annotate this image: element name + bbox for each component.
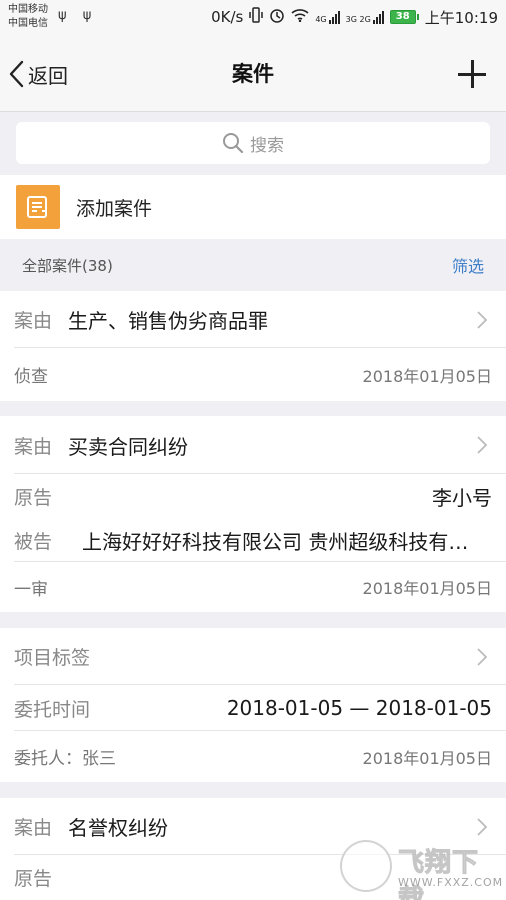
- vibrate-icon: [249, 7, 264, 27]
- case-date: 2018年01月05日: [362, 579, 492, 598]
- case-cause-row: 案由 生产、销售伪劣商品罪: [0, 291, 506, 348]
- chevron-right-icon: [477, 436, 488, 454]
- cause-value: 买卖合同纠纷: [68, 434, 189, 459]
- case-footer-row: 一审 2018年01月05日: [0, 562, 506, 612]
- cause-value: 生产、销售伪劣商品罪: [68, 309, 269, 333]
- search-placeholder: 搜索: [250, 135, 284, 156]
- case-date: 2018年01月05日: [362, 748, 492, 768]
- status-indicators: 0K/s 4G 3G 2G 38 上午10:19: [211, 7, 498, 27]
- usb-icon: ψ ψ: [58, 8, 98, 23]
- cause-value: 名誉权纠纷: [68, 816, 169, 840]
- cause-label: 案由: [14, 435, 53, 458]
- plus-icon[interactable]: [458, 60, 486, 88]
- wifi-icon: [291, 8, 309, 26]
- net-speed: 0K/s: [211, 8, 244, 26]
- case-card[interactable]: 案由 名誉权纠纷 原告: [0, 798, 506, 900]
- case-footer-row: 委托人：张三 2018年01月05日: [0, 731, 506, 782]
- plaintiff-row: 原告 李小号: [0, 474, 506, 518]
- clock: 上午10:19: [424, 8, 498, 27]
- cause-label: 案由: [14, 817, 53, 839]
- page-title: 案件: [232, 62, 274, 86]
- cause-label: 案由: [14, 310, 53, 332]
- carrier-2: 中国电信: [8, 18, 48, 29]
- battery-icon: 38: [389, 10, 419, 24]
- case-cause-row: 案由 买卖合同纠纷: [0, 416, 506, 474]
- add-case-button[interactable]: 添加案件: [0, 175, 506, 239]
- defendant-label: 被告: [14, 530, 53, 553]
- case-card[interactable]: 项目标签 委托时间 2018-01-05 — 2018-01-05 委托人：张三…: [0, 628, 506, 782]
- plaintiff-label: 原告: [14, 486, 53, 509]
- section-header: 全部案件(38) 筛选: [0, 239, 506, 291]
- carrier-1: 中国移动: [8, 4, 48, 15]
- search-icon: [223, 133, 244, 154]
- search-input[interactable]: 搜索: [16, 122, 490, 164]
- defendant-value: 上海好好好科技有限公司 贵州超级科技有…: [82, 529, 469, 554]
- case-date: 2018年01月05日: [362, 366, 492, 386]
- case-stage: 侦查: [14, 367, 48, 387]
- entrust-time-value: 2018-01-05 — 2018-01-05: [226, 696, 492, 720]
- status-bar: 中国移动 中国电信 ψ ψ 0K/s 4G 3G 2G 38 上午10:19: [0, 0, 506, 36]
- defendant-row: 被告 上海好好好科技有限公司 贵州超级科技有…: [0, 518, 506, 562]
- signal-icon-2: 3G 2G: [346, 10, 384, 24]
- add-case-label: 添加案件: [76, 197, 153, 220]
- entrust-time-label: 委托时间: [14, 698, 91, 721]
- chevron-right-icon: [477, 647, 488, 666]
- project-tag-label: 项目标签: [14, 647, 91, 669]
- signal-icon-1: 4G: [315, 10, 340, 24]
- entrust-time-row: 委托时间 2018-01-05 — 2018-01-05: [0, 685, 506, 731]
- search-area: 搜索: [0, 113, 506, 175]
- all-cases-count: 全部案件(38): [22, 256, 113, 275]
- project-tag-row: 项目标签: [0, 628, 506, 685]
- client-name: 委托人：张三: [14, 749, 116, 769]
- case-card[interactable]: 案由 买卖合同纠纷 原告 李小号 被告 上海好好好科技有限公司 贵州超级科技有……: [0, 416, 506, 612]
- plaintiff-row: 原告: [0, 855, 506, 900]
- document-edit-icon: [16, 185, 60, 229]
- case-footer-row: 侦查 2018年01月05日: [0, 348, 506, 401]
- case-card[interactable]: 案由 生产、销售伪劣商品罪 侦查 2018年01月05日: [0, 291, 506, 401]
- alarm-icon: [269, 7, 285, 27]
- plaintiff-value: 李小号: [432, 485, 492, 510]
- filter-button[interactable]: 筛选: [452, 253, 484, 277]
- case-cause-row: 案由 名誉权纠纷: [0, 798, 506, 855]
- nav-bar: 返回 案件: [0, 36, 506, 112]
- chevron-right-icon: [477, 310, 488, 329]
- case-stage: 一审: [14, 579, 48, 600]
- chevron-right-icon: [477, 817, 488, 836]
- plaintiff-label: 原告: [14, 868, 53, 890]
- carrier-info: 中国移动 中国电信: [8, 3, 48, 31]
